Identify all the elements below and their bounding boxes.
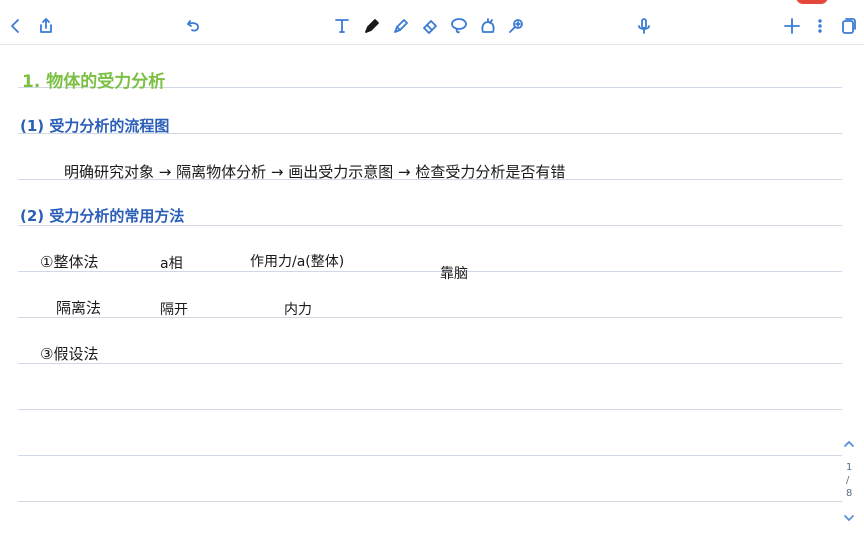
back-icon[interactable] (4, 14, 28, 38)
page-current: 1 (846, 462, 853, 473)
page-navigator: 1 / 8 (834, 430, 864, 530)
method-hypothesis: ③假设法 (40, 345, 99, 363)
add-icon[interactable] (780, 14, 804, 38)
method-whole-detail: 作用力/a(整体) (250, 254, 345, 270)
share-icon[interactable] (34, 14, 58, 38)
eraser-icon[interactable] (418, 14, 442, 38)
text-tool-icon[interactable] (330, 14, 354, 38)
ruled-line (18, 501, 842, 502)
magic-icon[interactable] (505, 14, 529, 38)
ruled-line (18, 317, 842, 318)
page-down-icon[interactable] (842, 510, 856, 524)
section-methods-heading: (2) 受力分析的常用方法 (20, 207, 185, 225)
mic-icon[interactable] (632, 14, 656, 38)
section-flowchart-heading: (1) 受力分析的流程图 (20, 117, 170, 135)
shape-icon[interactable] (476, 14, 500, 38)
note-title: 1. 物体的受力分析 (22, 72, 166, 92)
toolbar (0, 8, 864, 45)
highlighter-icon[interactable] (389, 14, 413, 38)
method-isolation-detail: 内力 (284, 302, 312, 318)
note-page[interactable]: 1. 物体的受力分析 (1) 受力分析的流程图 明确研究对象 → 隔离物体分析 … (0, 45, 864, 540)
method-whole-note: a相 (160, 256, 183, 272)
page-separator: / (846, 475, 850, 486)
undo-icon[interactable] (182, 14, 206, 38)
lasso-icon[interactable] (447, 14, 471, 38)
method-isolation: 隔离法 (56, 299, 102, 317)
pages-icon[interactable] (836, 14, 860, 38)
recording-indicator (796, 0, 828, 4)
ruled-line (18, 271, 842, 272)
flow-steps: 明确研究对象 → 隔离物体分析 → 画出受力示意图 → 检查受力分析是否有错 (64, 163, 566, 181)
more-icon[interactable] (808, 14, 832, 38)
ruled-line (18, 363, 842, 364)
pen-icon[interactable] (360, 14, 384, 38)
side-note: 靠脑 (440, 266, 468, 282)
method-whole: ①整体法 (40, 253, 99, 271)
page-total: 8 (846, 488, 853, 499)
method-isolation-note: 隔开 (160, 302, 188, 318)
status-bar (0, 0, 864, 8)
page-up-icon[interactable] (842, 436, 856, 450)
ruled-line (18, 455, 842, 456)
ruled-line (18, 409, 842, 410)
